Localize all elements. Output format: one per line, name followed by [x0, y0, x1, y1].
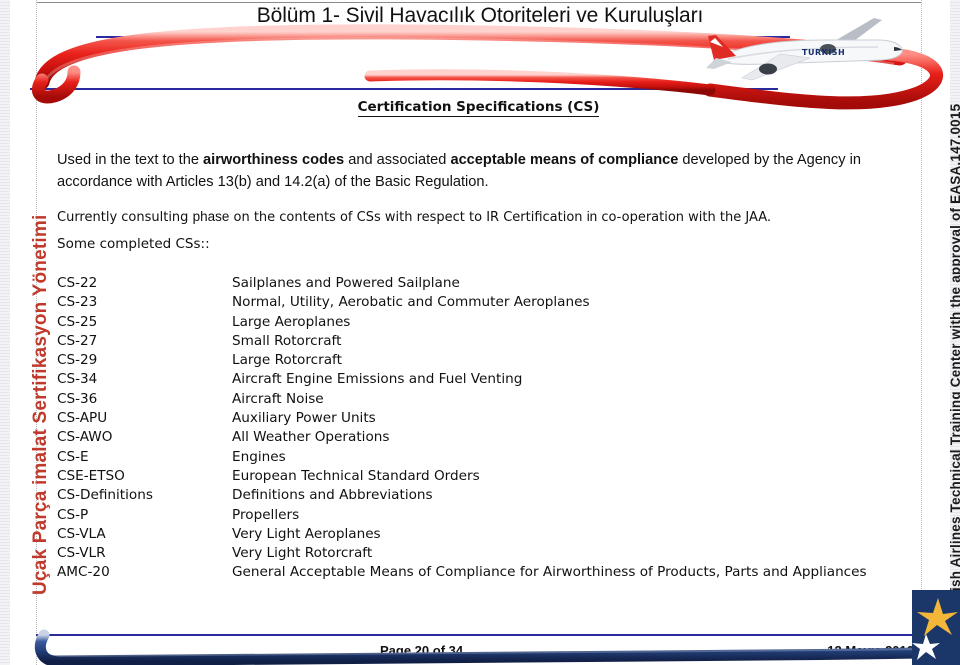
cs-description: Definitions and Abbreviations — [232, 487, 433, 504]
frame-guide-right — [921, 0, 922, 665]
cs-description: General Acceptable Means of Compliance f… — [232, 564, 867, 581]
cs-description: Propellers — [232, 506, 300, 523]
para1-bold-airworthiness-codes: airworthiness codes — [203, 151, 345, 168]
paragraph-airworthiness: Used in the text to the airworthiness co… — [57, 149, 909, 193]
cs-description: Large Aeroplanes — [232, 313, 351, 330]
cs-list-row: CS-29 Large Rotorcraft — [57, 351, 917, 370]
cs-list-row: CS-APU Auxiliary Power Units — [57, 409, 917, 428]
cs-description: Auxiliary Power Units — [232, 410, 376, 427]
cs-list-row: CS-23 Normal, Utility, Aerobatic and Comm… — [57, 293, 917, 312]
cs-code: CS-VLA — [57, 525, 106, 542]
svg-text:TURKISH: TURKISH — [802, 48, 845, 57]
cs-list-row: AMC-20 General Acceptable Means of Compli… — [57, 563, 917, 582]
section-heading-text: Certification Specifications (CS) — [357, 99, 600, 117]
cs-description: Normal, Utility, Aerobatic and Commuter … — [232, 294, 590, 311]
header-rule-top — [96, 36, 790, 38]
para2-text-3: co-operation with the JAA. — [597, 210, 771, 225]
footer-page-number: Page 20 of 34 — [380, 643, 464, 658]
cs-list-row: CS-VLA Very Light Aeroplanes — [57, 525, 917, 544]
cs-list-row: CS-Definitions Definitions and Abbreviati… — [57, 486, 917, 505]
blue-swoosh-graphic — [30, 623, 930, 665]
aircraft-illustration: TURKISH — [706, 16, 916, 94]
para1-bold-acceptable-means: acceptable means of compliance — [450, 151, 679, 168]
page-edge-stripe-left — [0, 0, 10, 665]
paragraph-consulting-phase: Currently consulting phase on the conten… — [57, 207, 909, 228]
para2-text-1: Currently consulting — [57, 210, 193, 225]
cs-list-row: CSE-ETSO European Technical Standard Orde… — [57, 467, 917, 486]
cs-list-row: CS-27 Small Rotorcraft — [57, 332, 917, 351]
frame-top-line — [36, 2, 922, 3]
cs-list-row: CS-34 Aircraft Engine Emissions and Fuel … — [57, 370, 917, 389]
footer-rule — [36, 634, 922, 636]
cs-description: Very Light Rotorcraft — [232, 545, 373, 562]
cs-specifications-list: CS-22 Sailplanes and Powered Sailplane CS-… — [57, 274, 917, 583]
cs-code: CS-34 — [57, 371, 98, 388]
footer-date: 12 Mayıs 2010 — [827, 643, 914, 658]
cs-code: CS-APU — [57, 410, 108, 427]
slide-content: Certification Specifications (CS) Used i… — [36, 96, 921, 626]
cs-description: European Technical Standard Orders — [232, 467, 480, 484]
cs-code: CS-E — [57, 448, 89, 465]
cs-list-row: CS-P Propellers — [57, 506, 917, 525]
cs-description: Large Rotorcraft — [232, 352, 342, 369]
cs-list-row: CS-22 Sailplanes and Powered Sailplane — [57, 274, 917, 293]
cs-description: All Weather Operations — [232, 429, 390, 446]
cs-list-row: CS-E Engines — [57, 448, 917, 467]
sidebar-vertical-title-right: Turkish Airlines Technical Training Cent… — [948, 103, 960, 620]
header-rule-bottom — [30, 88, 778, 90]
para1-text-2: and associated — [344, 151, 451, 168]
cs-description: Engines — [232, 448, 286, 465]
cs-description: Aircraft Noise — [232, 390, 324, 407]
cs-description: Very Light Aeroplanes — [232, 525, 381, 542]
cs-description: Sailplanes and Powered Sailplane — [232, 275, 460, 291]
cs-code: CS-P — [57, 506, 89, 523]
para2-emphasis-in: in — [586, 209, 598, 224]
turkish-airlines-star-logo — [912, 590, 960, 665]
cs-list-row: CS-VLR Very Light Rotorcraft — [57, 544, 917, 563]
section-heading: Certification Specifications (CS) — [36, 99, 921, 117]
para2-text-2: on the contents of CSs with respect to I… — [229, 210, 587, 225]
slide-canvas: Bölüm 1- Sivil Havacılık Otoriteleri ve … — [0, 0, 960, 665]
cs-code: CSE-ETSO — [57, 467, 125, 484]
cs-description: Aircraft Engine Emissions and Fuel Venti… — [232, 371, 523, 388]
cs-list-row: CS-AWO All Weather Operations — [57, 428, 917, 447]
cs-code: CS-AWO — [57, 429, 113, 446]
cs-code: CS-25 — [57, 313, 98, 330]
cs-code: CS-22 — [57, 275, 98, 291]
cs-code: CS-29 — [57, 352, 98, 369]
cs-code: CS-27 — [57, 332, 98, 349]
para2-emphasis-phase: phase — [192, 209, 230, 224]
cs-list-row: CS-25 Large Aeroplanes — [57, 313, 917, 332]
cs-list-row: CS-36 Aircraft Noise — [57, 390, 917, 409]
cs-code: CS-23 — [57, 294, 98, 311]
cs-code: CS-VLR — [57, 545, 106, 562]
list-lead-in-label: Some completed CSs:: — [57, 236, 210, 252]
cs-code: AMC-20 — [57, 564, 110, 581]
cs-description: Small Rotorcraft — [232, 332, 342, 349]
cs-code: CS-Definitions — [57, 487, 153, 504]
para1-text-1: Used in the text to the — [57, 151, 204, 168]
cs-code: CS-36 — [57, 390, 98, 407]
